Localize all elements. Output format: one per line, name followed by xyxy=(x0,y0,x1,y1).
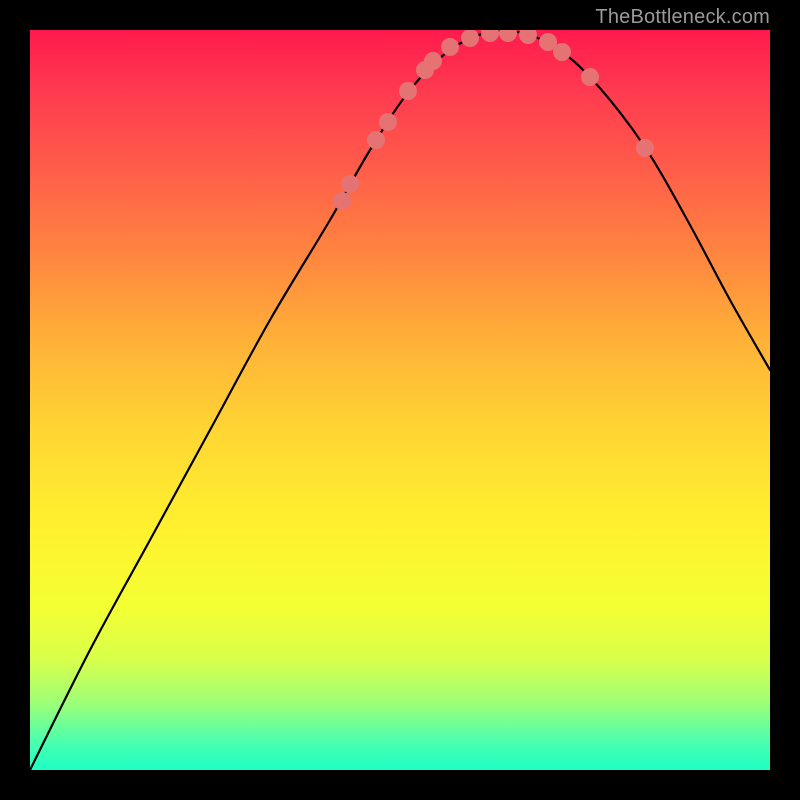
data-dot xyxy=(341,175,359,193)
chart-frame: TheBottleneck.com xyxy=(0,0,800,800)
data-dot xyxy=(499,30,517,42)
data-dot xyxy=(424,52,442,70)
watermark-text: TheBottleneck.com xyxy=(595,6,770,29)
data-dot xyxy=(441,38,459,56)
data-dot xyxy=(481,30,499,42)
data-dot xyxy=(636,139,654,157)
plot-area xyxy=(30,30,770,770)
data-dot xyxy=(553,43,571,61)
data-dot xyxy=(581,68,599,86)
data-dot xyxy=(367,131,385,149)
data-dot xyxy=(399,82,417,100)
data-dot xyxy=(461,30,479,47)
data-dot xyxy=(519,30,537,44)
curve-group xyxy=(30,31,770,770)
bottleneck-curve xyxy=(30,31,770,770)
bottleneck-curve-svg xyxy=(30,30,770,770)
data-dot xyxy=(333,192,351,210)
data-dot xyxy=(379,113,397,131)
data-dots xyxy=(333,30,654,210)
